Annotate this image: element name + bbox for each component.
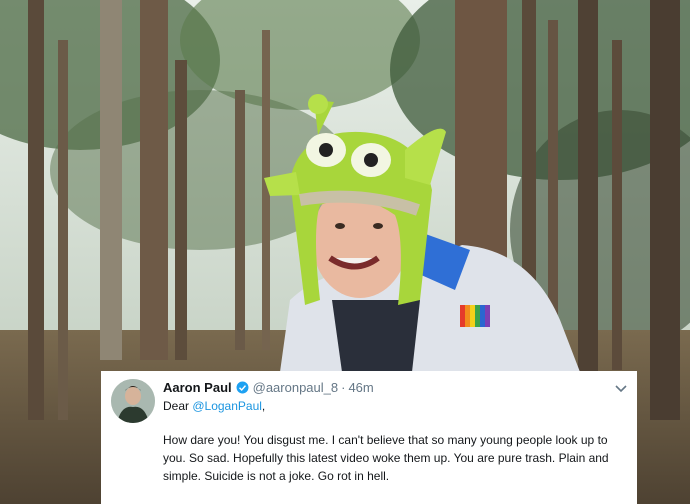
tweet-timestamp[interactable]: 46m [348,380,373,395]
greeting-prefix: Dear [163,399,193,413]
header-separator: · [341,379,346,395]
tweet-greeting: Dear @LoganPaul, [163,397,623,415]
mention-link[interactable]: @LoganPaul [192,399,262,413]
author-name[interactable]: Aaron Paul [163,380,232,395]
chevron-down-icon[interactable] [615,381,627,393]
tweet-card: Aaron Paul @aaronpaul_8 · 46m Dear @Loga… [101,371,637,504]
tweet-header: Aaron Paul @aaronpaul_8 · 46m [163,379,623,395]
tweet-text: How dare you! You disgust me. I can't be… [163,433,609,483]
author-avatar[interactable] [111,379,155,423]
author-handle[interactable]: @aaronpaul_8 [253,380,338,395]
verified-badge-icon [236,381,249,394]
tweet-body: Dear @LoganPaul, How dare you! You disgu… [163,397,623,485]
greeting-suffix: , [261,399,266,413]
